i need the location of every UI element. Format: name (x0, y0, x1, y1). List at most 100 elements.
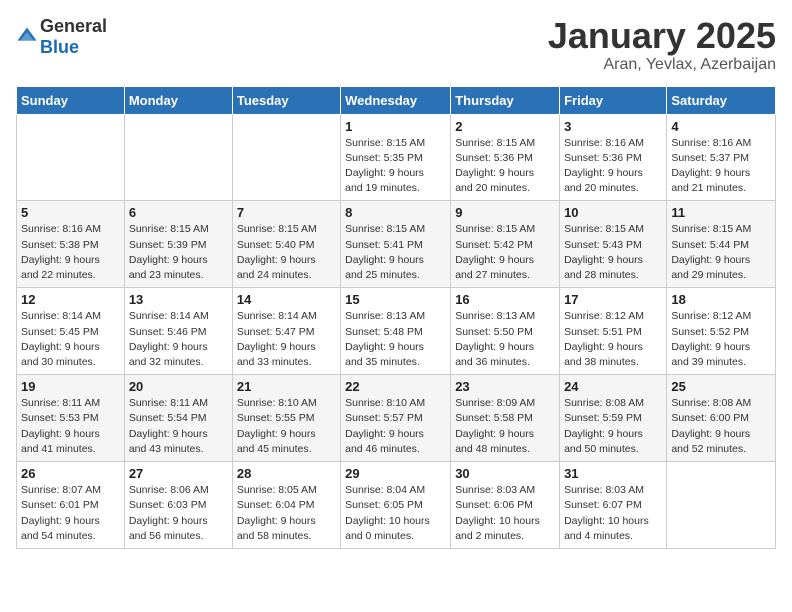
weekday-header-monday: Monday (124, 86, 232, 114)
weekday-header-wednesday: Wednesday (341, 86, 451, 114)
day-number: 15 (345, 292, 446, 307)
day-info: Sunrise: 8:10 AM Sunset: 5:57 PM Dayligh… (345, 396, 446, 457)
calendar-cell: 8Sunrise: 8:15 AM Sunset: 5:41 PM Daylig… (341, 201, 451, 288)
calendar-subtitle: Aran, Yevlax, Azerbaijan (548, 56, 776, 74)
calendar-cell: 4Sunrise: 8:16 AM Sunset: 5:37 PM Daylig… (667, 114, 776, 201)
day-number: 20 (129, 379, 228, 394)
calendar-cell: 14 Sunrise: 8:14 AM Sunset: 5:47 PM Dayli… (232, 288, 340, 375)
day-info: Sunrise: 8:15 AM Sunset: 5:44 PM Dayligh… (671, 222, 771, 283)
calendar-cell: 26Sunrise: 8:07 AM Sunset: 6:01 PM Dayli… (17, 462, 125, 549)
day-info: Sunrise: 8:05 AM Sunset: 6:04 PM Dayligh… (237, 483, 336, 544)
logo-blue-text: Blue (40, 37, 79, 57)
day-number: 18 (671, 292, 771, 307)
logo-general-text: General (40, 16, 107, 36)
weekday-header-tuesday: Tuesday (232, 86, 340, 114)
day-number: 25 (671, 379, 771, 394)
calendar-table: SundayMondayTuesdayWednesdayThursdayFrid… (16, 86, 776, 549)
day-number: 1 (345, 119, 446, 134)
calendar-cell: 25 Sunrise: 8:08 AM Sunset: 6:00 PM Dayli… (667, 375, 776, 462)
day-info: Sunrise: 8:15 AM Sunset: 5:43 PM Dayligh… (564, 222, 662, 283)
day-info: Sunrise: 8:16 AM Sunset: 5:36 PM Dayligh… (564, 136, 662, 197)
day-number: 27 (129, 466, 228, 481)
day-info: Sunrise: 8:15 AM Sunset: 5:42 PM Dayligh… (455, 222, 555, 283)
calendar-cell: 7Sunrise: 8:15 AM Sunset: 5:40 PM Daylig… (232, 201, 340, 288)
day-number: 30 (455, 466, 555, 481)
calendar-cell (124, 114, 232, 201)
day-info: Sunrise: 8:13 AM Sunset: 5:50 PM Dayligh… (455, 309, 555, 370)
logo: General Blue (16, 16, 107, 58)
day-info: Sunrise: 8:15 AM Sunset: 5:35 PM Dayligh… (345, 136, 446, 197)
calendar-cell: 3 Sunrise: 8:16 AM Sunset: 5:36 PM Daylig… (560, 114, 667, 201)
calendar-week-row: 1 Sunrise: 8:15 AM Sunset: 5:35 PM Daylig… (17, 114, 776, 201)
day-info: Sunrise: 8:08 AM Sunset: 5:59 PM Dayligh… (564, 396, 662, 457)
day-number: 2 (455, 119, 555, 134)
calendar-title: January 2025 (548, 16, 776, 56)
day-info: Sunrise: 8:07 AM Sunset: 6:01 PM Dayligh… (21, 483, 120, 544)
day-number: 17 (564, 292, 662, 307)
day-info: Sunrise: 8:15 AM Sunset: 5:36 PM Dayligh… (455, 136, 555, 197)
day-info: Sunrise: 8:10 AM Sunset: 5:55 PM Dayligh… (237, 396, 336, 457)
day-number: 11 (671, 205, 771, 220)
calendar-cell (232, 114, 340, 201)
day-number: 31 (564, 466, 662, 481)
calendar-cell: 20 Sunrise: 8:11 AM Sunset: 5:54 PM Dayli… (124, 375, 232, 462)
logo-icon (16, 26, 38, 48)
day-number: 12 (21, 292, 120, 307)
calendar-cell: 17 Sunrise: 8:12 AM Sunset: 5:51 PM Dayli… (560, 288, 667, 375)
calendar-cell: 16 Sunrise: 8:13 AM Sunset: 5:50 PM Dayli… (451, 288, 560, 375)
day-info: Sunrise: 8:12 AM Sunset: 5:51 PM Dayligh… (564, 309, 662, 370)
day-number: 8 (345, 205, 446, 220)
day-info: Sunrise: 8:16 AM Sunset: 5:38 PM Dayligh… (21, 222, 120, 283)
day-number: 4 (671, 119, 771, 134)
calendar-cell: 12Sunrise: 8:14 AM Sunset: 5:45 PM Dayli… (17, 288, 125, 375)
day-info: Sunrise: 8:09 AM Sunset: 5:58 PM Dayligh… (455, 396, 555, 457)
weekday-header-friday: Friday (560, 86, 667, 114)
day-info: Sunrise: 8:14 AM Sunset: 5:47 PM Dayligh… (237, 309, 336, 370)
day-number: 10 (564, 205, 662, 220)
day-info: Sunrise: 8:03 AM Sunset: 6:06 PM Dayligh… (455, 483, 555, 544)
day-info: Sunrise: 8:08 AM Sunset: 6:00 PM Dayligh… (671, 396, 771, 457)
weekday-header-sunday: Sunday (17, 86, 125, 114)
day-number: 22 (345, 379, 446, 394)
day-number: 29 (345, 466, 446, 481)
day-info: Sunrise: 8:15 AM Sunset: 5:39 PM Dayligh… (129, 222, 228, 283)
weekday-header-saturday: Saturday (667, 86, 776, 114)
day-info: Sunrise: 8:14 AM Sunset: 5:46 PM Dayligh… (129, 309, 228, 370)
day-number: 19 (21, 379, 120, 394)
calendar-cell: 21Sunrise: 8:10 AM Sunset: 5:55 PM Dayli… (232, 375, 340, 462)
calendar-cell: 15 Sunrise: 8:13 AM Sunset: 5:48 PM Dayli… (341, 288, 451, 375)
day-number: 7 (237, 205, 336, 220)
calendar-cell: 1 Sunrise: 8:15 AM Sunset: 5:35 PM Daylig… (341, 114, 451, 201)
day-number: 6 (129, 205, 228, 220)
day-number: 9 (455, 205, 555, 220)
day-number: 28 (237, 466, 336, 481)
day-info: Sunrise: 8:03 AM Sunset: 6:07 PM Dayligh… (564, 483, 662, 544)
day-number: 3 (564, 119, 662, 134)
day-number: 13 (129, 292, 228, 307)
day-info: Sunrise: 8:13 AM Sunset: 5:48 PM Dayligh… (345, 309, 446, 370)
calendar-week-row: 5Sunrise: 8:16 AM Sunset: 5:38 PM Daylig… (17, 201, 776, 288)
calendar-header: SundayMondayTuesdayWednesdayThursdayFrid… (17, 86, 776, 114)
calendar-cell: 11 Sunrise: 8:15 AM Sunset: 5:44 PM Dayli… (667, 201, 776, 288)
calendar-cell: 31 Sunrise: 8:03 AM Sunset: 6:07 PM Dayli… (560, 462, 667, 549)
title-block: January 2025 Aran, Yevlax, Azerbaijan (548, 16, 776, 74)
calendar-cell: 24 Sunrise: 8:08 AM Sunset: 5:59 PM Dayli… (560, 375, 667, 462)
calendar-week-row: 12Sunrise: 8:14 AM Sunset: 5:45 PM Dayli… (17, 288, 776, 375)
calendar-cell: 10 Sunrise: 8:15 AM Sunset: 5:43 PM Dayli… (560, 201, 667, 288)
calendar-week-row: 26Sunrise: 8:07 AM Sunset: 6:01 PM Dayli… (17, 462, 776, 549)
calendar-cell: 22 Sunrise: 8:10 AM Sunset: 5:57 PM Dayli… (341, 375, 451, 462)
calendar-cell: 30 Sunrise: 8:03 AM Sunset: 6:06 PM Dayli… (451, 462, 560, 549)
calendar-cell: 13 Sunrise: 8:14 AM Sunset: 5:46 PM Dayli… (124, 288, 232, 375)
calendar-body: 1 Sunrise: 8:15 AM Sunset: 5:35 PM Daylig… (17, 114, 776, 548)
day-info: Sunrise: 8:11 AM Sunset: 5:54 PM Dayligh… (129, 396, 228, 457)
calendar-cell: 6 Sunrise: 8:15 AM Sunset: 5:39 PM Daylig… (124, 201, 232, 288)
day-info: Sunrise: 8:04 AM Sunset: 6:05 PM Dayligh… (345, 483, 446, 544)
day-number: 24 (564, 379, 662, 394)
day-number: 16 (455, 292, 555, 307)
day-info: Sunrise: 8:06 AM Sunset: 6:03 PM Dayligh… (129, 483, 228, 544)
calendar-cell (17, 114, 125, 201)
calendar-cell: 9 Sunrise: 8:15 AM Sunset: 5:42 PM Daylig… (451, 201, 560, 288)
day-number: 14 (237, 292, 336, 307)
calendar-cell: 19Sunrise: 8:11 AM Sunset: 5:53 PM Dayli… (17, 375, 125, 462)
calendar-cell: 5Sunrise: 8:16 AM Sunset: 5:38 PM Daylig… (17, 201, 125, 288)
